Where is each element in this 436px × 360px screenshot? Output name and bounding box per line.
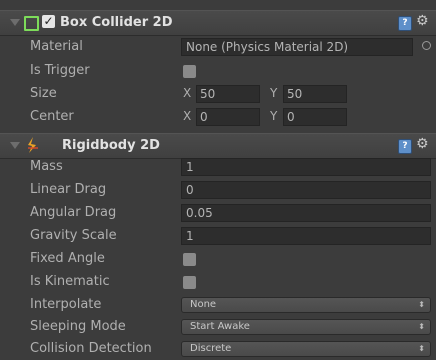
center-y-label: Y [270, 109, 278, 123]
size-row: Size X 50 Y 50 [0, 83, 436, 105]
size-y-label: Y [270, 86, 278, 100]
is-kinematic-checkbox[interactable] [183, 276, 196, 289]
interpolate-label: Interpolate [30, 297, 102, 312]
dropdown-arrow-icon: ⬍ [418, 300, 425, 309]
box-collider-enabled-checkbox[interactable]: ✓ [42, 15, 55, 28]
angular-drag-label: Angular Drag [30, 205, 117, 220]
linear-drag-row: Linear Drag 0 [0, 179, 436, 201]
gravity-scale-field[interactable]: 1 [181, 227, 431, 245]
material-field[interactable]: None (Physics Material 2D) [181, 38, 413, 56]
sleeping-mode-label: Sleeping Mode [30, 319, 126, 334]
sleeping-mode-value: Start Awake [190, 321, 250, 332]
center-row: Center X 0 Y 0 [0, 106, 436, 128]
collision-detection-row: Collision Detection Discrete ⬍ [0, 338, 436, 360]
fixed-angle-checkbox[interactable] [183, 253, 196, 266]
angular-drag-row: Angular Drag 0.05 [0, 202, 436, 224]
material-label: Material [30, 39, 83, 54]
dropdown-arrow-icon: ⬍ [418, 344, 425, 353]
box-collider-header[interactable]: ✓ Box Collider 2D ? ⚙ [0, 10, 436, 36]
interpolate-value: None [190, 299, 217, 310]
collision-detection-dropdown[interactable]: Discrete ⬍ [181, 341, 431, 357]
foldout-arrow-icon[interactable] [10, 19, 20, 26]
collision-detection-value: Discrete [190, 343, 232, 354]
gravity-scale-row: Gravity Scale 1 [0, 225, 436, 247]
material-row: Material None (Physics Material 2D) [0, 36, 436, 58]
gear-icon[interactable]: ⚙ [416, 136, 429, 152]
help-icon[interactable]: ? [398, 16, 412, 31]
is-trigger-label: Is Trigger [30, 63, 90, 78]
angular-drag-field[interactable]: 0.05 [181, 204, 431, 222]
center-y-field[interactable]: 0 [283, 108, 347, 126]
mass-label: Mass [30, 159, 63, 174]
is-trigger-row: Is Trigger [0, 60, 436, 82]
object-picker-icon[interactable] [422, 41, 431, 50]
mass-row: Mass 1 [0, 156, 436, 178]
center-label: Center [30, 109, 74, 124]
collision-detection-label: Collision Detection [30, 341, 152, 356]
linear-drag-field[interactable]: 0 [181, 181, 431, 199]
help-icon[interactable]: ? [398, 139, 412, 154]
is-kinematic-label: Is Kinematic [30, 274, 110, 289]
fixed-angle-row: Fixed Angle [0, 248, 436, 270]
fixed-angle-label: Fixed Angle [30, 251, 105, 266]
size-label: Size [30, 86, 57, 101]
foldout-arrow-icon[interactable] [10, 142, 20, 149]
gear-icon[interactable]: ⚙ [416, 13, 429, 29]
center-x-label: X [183, 109, 192, 123]
box-collider-title: Box Collider 2D [60, 15, 173, 30]
box-collider-icon [24, 16, 39, 31]
dropdown-arrow-icon: ⬍ [418, 322, 425, 331]
size-x-field[interactable]: 50 [196, 85, 260, 103]
size-y-field[interactable]: 50 [283, 85, 347, 103]
gravity-scale-label: Gravity Scale [30, 228, 117, 243]
center-x-field[interactable]: 0 [196, 108, 260, 126]
size-x-label: X [183, 86, 192, 100]
interpolate-row: Interpolate None ⬍ [0, 294, 436, 316]
linear-drag-label: Linear Drag [30, 182, 107, 197]
sleeping-mode-row: Sleeping Mode Start Awake ⬍ [0, 316, 436, 338]
interpolate-dropdown[interactable]: None ⬍ [181, 297, 431, 313]
is-kinematic-row: Is Kinematic [0, 271, 436, 293]
is-trigger-checkbox[interactable] [183, 65, 196, 78]
sleeping-mode-dropdown[interactable]: Start Awake ⬍ [181, 319, 431, 335]
rigidbody-icon [28, 137, 38, 153]
mass-field[interactable]: 1 [181, 158, 431, 176]
rigidbody-title: Rigidbody 2D [62, 138, 160, 153]
